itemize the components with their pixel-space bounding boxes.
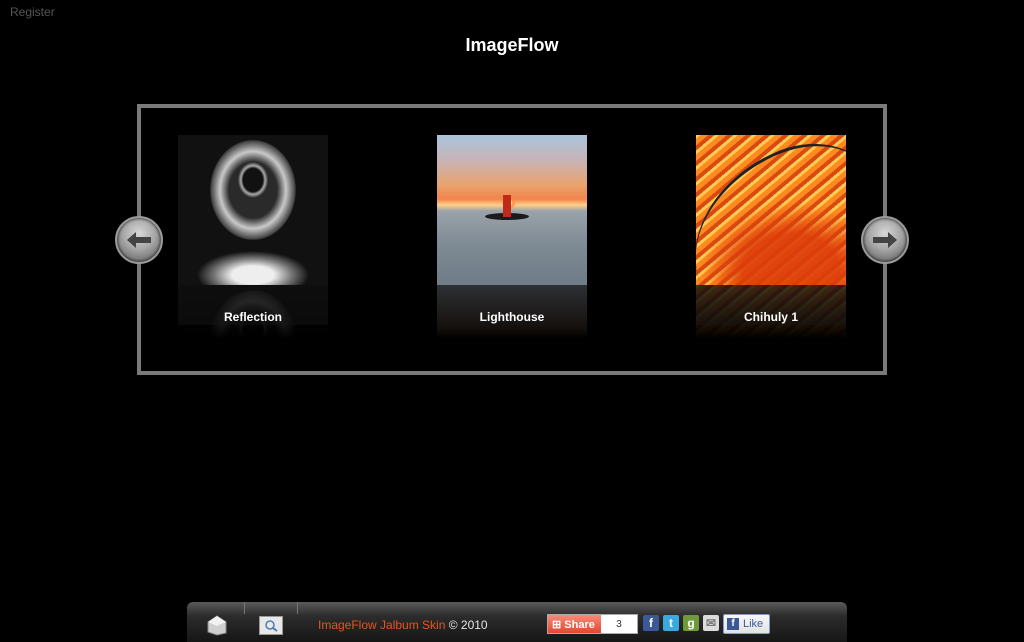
home-icon [207, 615, 227, 636]
thumbnail-caption: Chihuly 1 [743, 310, 798, 324]
gallery-item-lighthouse[interactable]: Lighthouse [437, 135, 587, 345]
search-icon [265, 620, 278, 632]
plus-icon: ⊞ [552, 619, 562, 631]
facebook-icon[interactable]: f [643, 615, 659, 631]
thumbnail-image[interactable] [696, 135, 846, 285]
arrow-left-icon [127, 232, 151, 248]
search-button[interactable] [259, 616, 283, 635]
share-button[interactable]: ⊞ Share 3 [547, 614, 638, 634]
previous-button[interactable] [115, 216, 163, 264]
facebook-icon: f [727, 618, 739, 630]
caption-bar: Chihuly 1 [696, 285, 846, 325]
caption-bar: Reflection [178, 285, 328, 325]
email-icon[interactable]: ✉ [703, 615, 719, 631]
google-icon[interactable]: g [683, 615, 699, 631]
thumbnail-image[interactable] [437, 135, 587, 285]
home-button[interactable] [206, 614, 228, 636]
gallery-item-reflection[interactable]: Reflection [178, 135, 328, 345]
thumbnail-caption: Reflection [223, 310, 282, 324]
gallery-item-chihuly-1[interactable]: Chihuly 1 [696, 135, 846, 345]
footer-bar: ImageFlow Jalbum Skin © 2010 ⊞ Share 3 f… [187, 602, 847, 642]
twitter-icon[interactable]: t [663, 615, 679, 631]
skin-link[interactable]: ImageFlow Jalbum Skin [318, 618, 445, 632]
caption-bar: Lighthouse [437, 285, 587, 325]
next-button[interactable] [861, 216, 909, 264]
footer-credit: ImageFlow Jalbum Skin © 2010 [318, 618, 488, 632]
share-label: Share [564, 619, 595, 631]
like-label: Like [743, 618, 764, 630]
share-count: 3 [616, 619, 622, 630]
copyright-text: © 2010 [448, 618, 488, 632]
thumbnail-caption: Lighthouse [479, 310, 545, 324]
page-title: ImageFlow [465, 35, 559, 55]
facebook-like-button[interactable]: f Like [723, 614, 770, 634]
thumbnail-image[interactable] [178, 135, 328, 285]
arrow-right-icon [873, 232, 897, 248]
register-link[interactable]: Register [10, 5, 55, 19]
